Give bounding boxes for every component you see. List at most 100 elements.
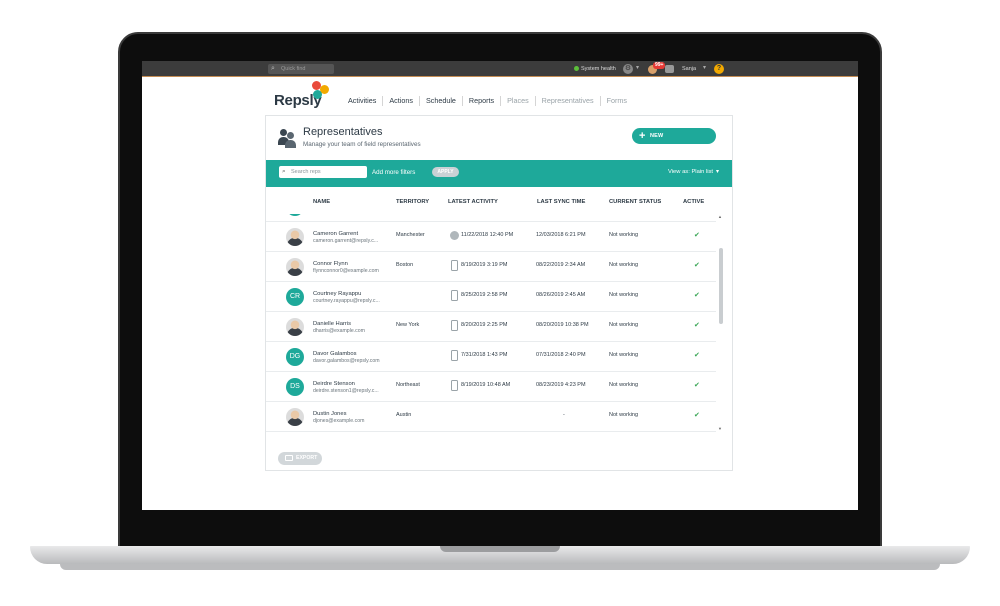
search-icon: ⌕ (282, 168, 286, 175)
export-label: EXPORT (296, 455, 318, 461)
filter-bar: ⌕ Search reps Add more filters APPLY Vie… (266, 160, 732, 187)
export-icon (285, 455, 293, 461)
avatar: DS (286, 378, 304, 396)
rep-name[interactable]: Connor Flynn (313, 261, 348, 267)
avatar: CR (286, 288, 304, 306)
column-header-name[interactable]: NAME (313, 199, 330, 205)
rep-last-sync: 08/22/2019 2:34 AM (536, 262, 586, 268)
rep-email: deirdre.stenson1@repsly.c... (313, 388, 379, 394)
search-reps-input[interactable]: ⌕ Search reps (279, 166, 367, 178)
user-menu[interactable]: Sanja (682, 65, 696, 73)
new-representative-button[interactable]: + NEW REPRESENTATIVE (632, 128, 716, 155)
system-health-label: System health (581, 66, 616, 72)
avatar (286, 408, 304, 426)
nav-actions[interactable]: Actions (383, 96, 420, 106)
table-row[interactable]: Danielle Harris dharris@example.com New … (266, 312, 716, 342)
chevron-down-icon[interactable]: ▾ (636, 64, 639, 71)
rep-latest-activity: 8/25/2019 2:58 PM (461, 292, 508, 298)
scroll-down-icon[interactable]: ▼ (718, 426, 722, 431)
table-header: NAME TERRITORY LATEST ACTIVITY LAST SYNC… (266, 199, 732, 209)
scroll-up-icon[interactable]: ▲ (718, 214, 722, 219)
quick-find-input[interactable]: ⌕ Quick find (268, 64, 334, 74)
table-row[interactable]: Connor Flynn flynnconnor0@example.com Bo… (266, 252, 716, 282)
rep-last-sync: 07/31/2018 2:40 PM (536, 352, 586, 358)
column-header-last-sync-time[interactable]: LAST SYNC TIME (537, 199, 585, 205)
avatar (286, 214, 304, 216)
rep-latest-activity: 7/31/2018 1:43 PM (461, 352, 508, 358)
add-more-filters-link[interactable]: Add more filters (372, 169, 415, 176)
laptop-notch (440, 546, 560, 552)
rep-name[interactable]: Cameron Garrent (313, 231, 358, 237)
active-check-icon: ✔ (694, 232, 700, 239)
apply-button[interactable]: APPLY (432, 167, 459, 177)
rep-name[interactable]: Courtney Rayappu (313, 291, 361, 297)
active-check-icon: ✔ (694, 352, 700, 359)
system-health-link[interactable]: System health (574, 65, 616, 73)
rep-name[interactable]: Deirdre Stenson (313, 381, 355, 387)
active-check-icon: ✔ (694, 262, 700, 269)
rep-territory: Boston (396, 262, 414, 268)
representatives-card: Representatives Manage your team of fiel… (265, 115, 733, 471)
rep-email: davor.galambos@repsly.com (313, 358, 380, 364)
nav-reports[interactable]: Reports (463, 96, 502, 106)
rep-territory: Austin (396, 412, 412, 418)
avatar (286, 318, 304, 336)
nav-schedule[interactable]: Schedule (420, 96, 463, 106)
rep-name[interactable]: Davor Galambos (313, 351, 357, 357)
column-header-current-status[interactable]: CURRENT STATUS (609, 199, 661, 205)
laptop-foot (60, 564, 940, 570)
chevron-down-icon[interactable]: ▾ (716, 168, 719, 175)
rep-email: flynnconnor0@example.com (313, 268, 379, 274)
active-check-icon: ✔ (694, 412, 700, 419)
page-title: Representatives (303, 126, 383, 138)
representatives-icon (278, 128, 296, 148)
rep-name[interactable]: Danielle Harris (313, 321, 351, 327)
mobile-device-icon (451, 350, 458, 361)
column-header-latest-activity[interactable]: LATEST ACTIVITY (448, 199, 498, 205)
rep-latest-activity: 8/19/2019 3:19 PM (461, 262, 508, 268)
table-row[interactable]: DG Davor Galambos davor.galambos@repsly.… (266, 342, 716, 372)
table-row[interactable]: CR Courtney Rayappu courtney.rayappu@rep… (266, 282, 716, 312)
table-row[interactable]: DS Deirdre Stenson deirdre.stenson1@reps… (266, 372, 716, 402)
representatives-table: Cameron Garrent cameron.garrent@repsly.c… (266, 214, 716, 434)
nav-places[interactable]: Places (501, 96, 536, 106)
nav-activities[interactable]: Activities (342, 96, 384, 106)
rep-last-sync: - (563, 412, 565, 418)
rep-last-sync: 08/26/2019 2:45 AM (536, 292, 586, 298)
rep-name[interactable]: Dustin Jones (313, 411, 347, 417)
rep-status: Not working (609, 232, 639, 238)
chevron-down-icon[interactable]: ▾ (703, 64, 706, 71)
scrollbar-thumb[interactable] (719, 248, 723, 324)
rep-last-sync: 08/20/2019 10:38 PM (536, 322, 589, 328)
export-button[interactable]: EXPORT (278, 452, 322, 465)
mobile-device-icon (451, 320, 458, 331)
rep-latest-activity: 8/20/2019 2:25 PM (461, 322, 508, 328)
help-icon[interactable]: ? (714, 64, 724, 74)
messages-icon[interactable] (665, 65, 674, 73)
column-header-territory[interactable]: TERRITORY (396, 199, 429, 205)
table-row[interactable]: Cameron Garrent cameron.garrent@repsly.c… (266, 222, 716, 252)
view-as-label: View as: (668, 169, 690, 175)
gear-icon[interactable]: ⚙ (623, 64, 633, 74)
top-bar: ⌕ Quick find System health ⚙ ▾ 99+ Sanja… (142, 61, 858, 77)
rep-status: Not working (609, 382, 639, 388)
column-header-active[interactable]: ACTIVE (683, 199, 704, 205)
active-check-icon: ✔ (694, 382, 700, 389)
plus-icon: + (639, 130, 646, 142)
rep-email: djones@example.com (313, 418, 365, 424)
page-subtitle: Manage your team of field representative… (303, 141, 421, 148)
mobile-device-icon (451, 260, 458, 271)
view-as-dropdown[interactable]: View as: Plain list (668, 169, 713, 175)
notifications-badge: 99+ (653, 62, 666, 69)
rep-email: dharris@example.com (313, 328, 365, 334)
rep-territory: Manchester (396, 232, 425, 238)
table-scrollbar[interactable]: ▲ ▼ (718, 214, 724, 434)
table-row-partial[interactable] (266, 214, 716, 222)
avatar (286, 228, 304, 246)
nav-representatives[interactable]: Representatives (536, 96, 601, 106)
nav-forms[interactable]: Forms (601, 96, 633, 106)
rep-latest-activity: 8/19/2019 10:48 AM (461, 382, 511, 388)
new-representative-label: NEW REPRESENTATIVE (650, 133, 702, 155)
table-row[interactable]: Dustin Jones djones@example.com Austin -… (266, 402, 716, 432)
view-as-value: Plain list (691, 169, 714, 175)
